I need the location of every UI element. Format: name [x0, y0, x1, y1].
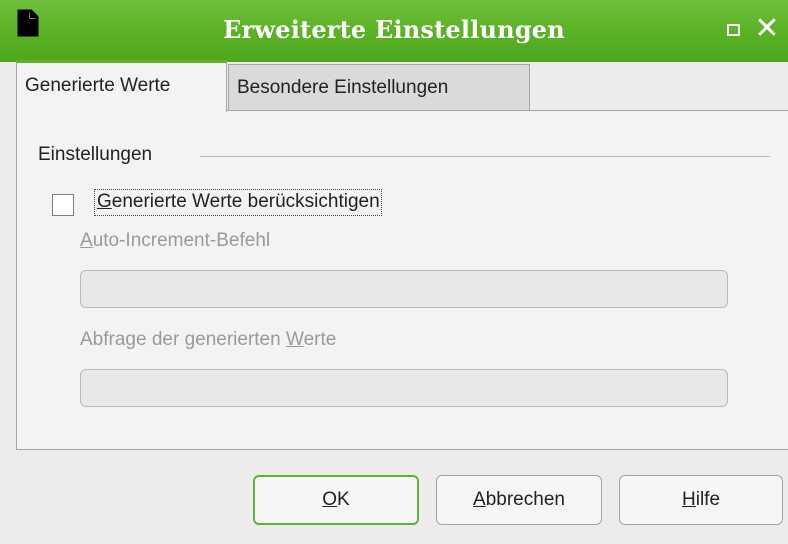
ok-button[interactable]: OK	[253, 475, 419, 525]
tab-label: Besondere Einstellungen	[237, 77, 449, 98]
close-icon: ✕	[754, 11, 780, 46]
tab-label: Generierte Werte	[25, 75, 171, 96]
label-text: Abfrage der generierten	[80, 329, 286, 350]
query-generated-values-label: Abfrage der generierten Werte	[80, 329, 336, 351]
mnemonic: H	[681, 489, 696, 510]
label-text: erte	[303, 329, 337, 350]
mnemonic: W	[285, 329, 304, 350]
generated-values-checkbox-label[interactable]: Generierte Werte berücksichtigen	[94, 189, 382, 216]
window-title: Erweiterte Einstellungen	[223, 15, 565, 44]
tab-generated-values[interactable]: Generierte Werte	[16, 60, 227, 112]
query-generated-values-input[interactable]	[80, 369, 728, 407]
button-label: bbrechen	[485, 489, 565, 510]
label-text: uto-Increment-Befehl	[92, 230, 271, 251]
cancel-button[interactable]: Abbrechen	[436, 475, 602, 525]
title-bar: Erweiterte Einstellungen ✕	[0, 0, 788, 62]
mnemonic: G	[97, 191, 112, 212]
button-label: K	[337, 489, 350, 510]
mnemonic: A	[80, 230, 93, 251]
group-separator	[200, 156, 770, 157]
generated-values-checkbox[interactable]	[52, 194, 74, 216]
group-label-settings: Einstellungen	[38, 144, 153, 165]
mnemonic: A	[473, 489, 486, 510]
tab-special-settings[interactable]: Besondere Einstellungen	[228, 64, 530, 114]
auto-increment-label: Auto-Increment-Befehl	[80, 230, 270, 252]
maximize-button[interactable]	[727, 24, 740, 36]
auto-increment-input[interactable]	[80, 270, 728, 308]
button-label: ilfe	[695, 489, 721, 510]
mnemonic: O	[322, 489, 338, 510]
help-button[interactable]: Hilfe	[619, 475, 783, 525]
label-text: enerierte Werte berücksichtigen	[111, 191, 380, 212]
close-button[interactable]: ✕	[752, 14, 782, 44]
